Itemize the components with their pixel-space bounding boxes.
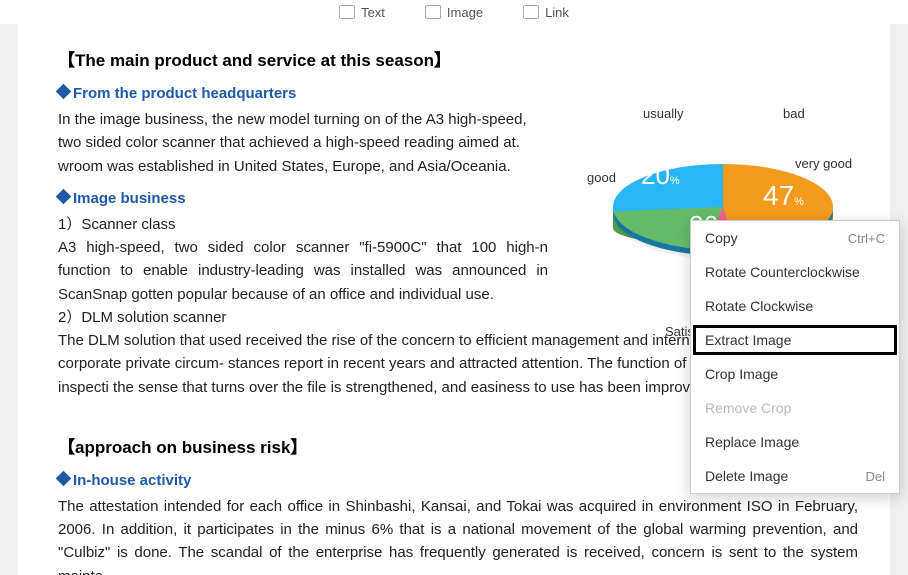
toolbar: Text Image Link — [0, 0, 908, 24]
toolbar-text-label: Text — [361, 5, 385, 20]
subhead-product-hq: From the product headquarters — [58, 85, 850, 102]
paragraph-4: The attestation intended for each office… — [58, 495, 858, 575]
menu-delete-image[interactable]: Delete Image Del — [691, 459, 899, 493]
menu-crop-image[interactable]: Crop Image — [691, 357, 899, 391]
toolbar-image-label: Image — [447, 5, 483, 20]
pct-20: 20% — [641, 160, 680, 191]
label-bad: bad — [783, 106, 805, 121]
link-icon — [523, 5, 539, 19]
menu-rotate-ccw[interactable]: Rotate Counterclockwise — [691, 255, 899, 289]
toolbar-text[interactable]: Text — [339, 5, 385, 20]
menu-replace-image[interactable]: Replace Image — [691, 425, 899, 459]
toolbar-link-label: Link — [545, 5, 569, 20]
image-icon — [425, 5, 441, 19]
line-scanner-class: 1）Scanner class — [58, 213, 548, 236]
paragraph-2: A3 high-speed, two sided color scanner "… — [58, 236, 548, 306]
menu-rotate-cw[interactable]: Rotate Clockwise — [691, 289, 899, 323]
context-menu: Copy Ctrl+C Rotate Counterclockwise Rota… — [690, 220, 900, 494]
paragraph-1: In the image business, the new model tur… — [58, 108, 548, 178]
section-title-1: 【The main product and service at this se… — [58, 46, 850, 71]
line-dlm: 2）DLM solution scanner — [58, 306, 548, 329]
pct-47: 47% — [763, 180, 804, 212]
text-icon — [339, 5, 355, 19]
diamond-icon — [56, 470, 72, 486]
diamond-icon — [56, 84, 72, 100]
pct-7: 7% — [729, 140, 749, 161]
menu-extract-image[interactable]: Extract Image — [691, 323, 899, 357]
label-good: good — [587, 170, 616, 185]
menu-remove-crop: Remove Crop — [691, 391, 899, 425]
toolbar-image[interactable]: Image — [425, 5, 483, 20]
diamond-icon — [56, 188, 72, 204]
shortcut-copy: Ctrl+C — [848, 231, 885, 246]
menu-copy[interactable]: Copy Ctrl+C — [691, 221, 899, 255]
toolbar-link[interactable]: Link — [523, 5, 569, 20]
label-usually: usually — [643, 106, 683, 121]
shortcut-delete: Del — [865, 469, 885, 484]
label-very-good: very good — [795, 156, 852, 171]
